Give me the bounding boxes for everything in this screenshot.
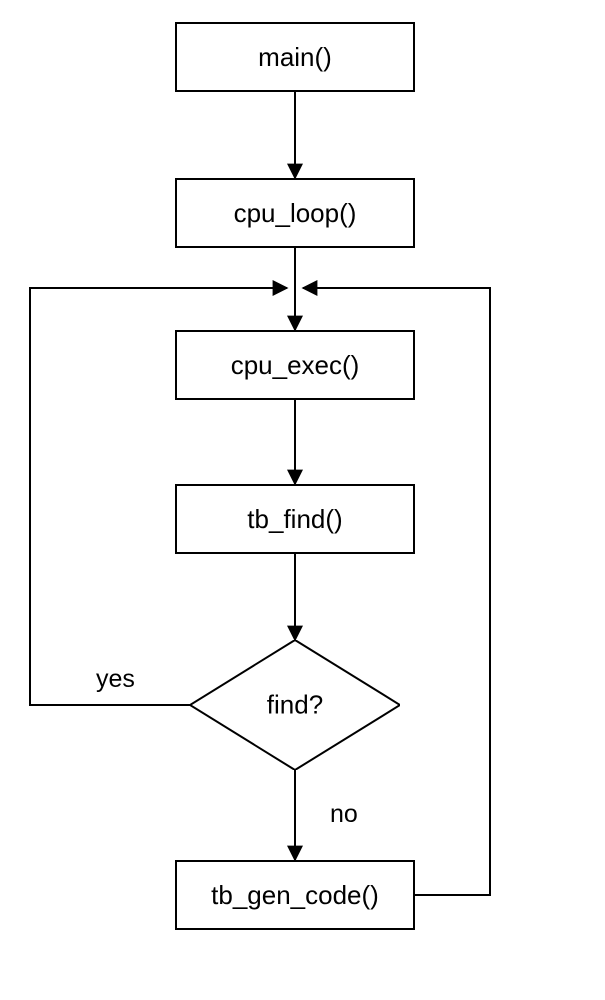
node-find-label: find? [267, 690, 323, 721]
node-cpu-loop-label: cpu_loop() [234, 198, 357, 229]
node-main-label: main() [258, 42, 332, 73]
node-cpu-exec: cpu_exec() [175, 330, 415, 400]
node-tb-find-label: tb_find() [247, 504, 342, 535]
node-tb-find: tb_find() [175, 484, 415, 554]
node-find-decision: find? [190, 640, 400, 770]
edge-no-label: no [330, 800, 358, 829]
edge-yes-label: yes [96, 665, 135, 694]
node-main: main() [175, 22, 415, 92]
node-cpu-exec-label: cpu_exec() [231, 350, 360, 381]
flowchart: main() cpu_loop() cpu_exec() tb_find() f… [0, 0, 605, 1000]
node-tb-gen-code: tb_gen_code() [175, 860, 415, 930]
node-cpu-loop: cpu_loop() [175, 178, 415, 248]
node-tb-gen-code-label: tb_gen_code() [211, 880, 379, 911]
